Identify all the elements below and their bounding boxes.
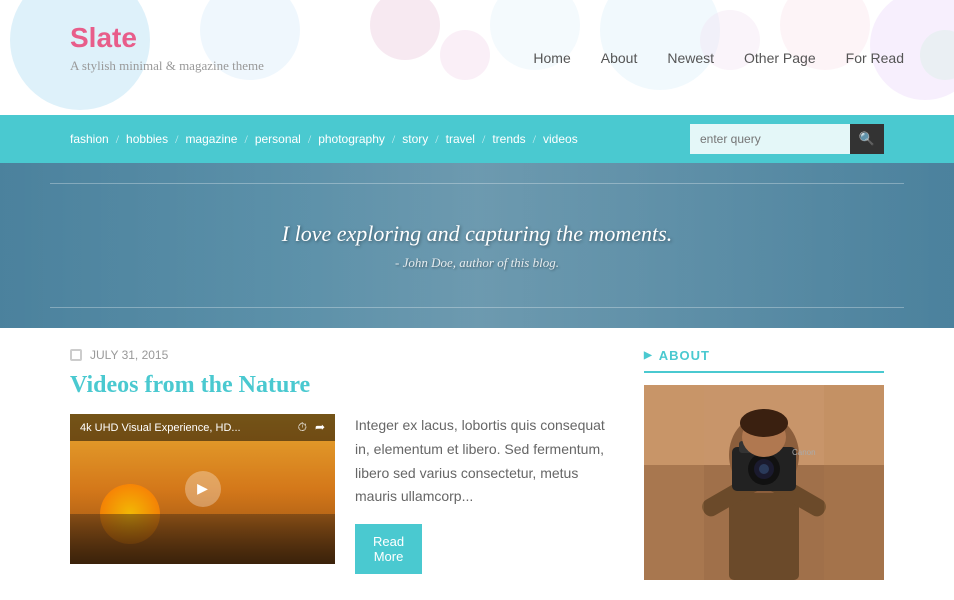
category-separator: / [482, 132, 485, 147]
read-more-button[interactable]: Read More [355, 524, 422, 574]
category-links: fashion / hobbies / magazine / personal / photog… [70, 132, 578, 147]
category-bar: fashion / hobbies / magazine / personal / photog… [0, 115, 954, 163]
nav-item-newest[interactable]: Newest [667, 50, 714, 66]
search-input[interactable] [690, 124, 850, 154]
main-nav: Home About Newest Other Page For Read [533, 0, 904, 115]
nav-item-other-page[interactable]: Other Page [744, 50, 816, 66]
content-left: JULY 31, 2015 Videos from the Nature 4k … [70, 348, 614, 580]
sidebar-arrow-icon: ▶ [644, 350, 653, 361]
sidebar-about-label: ABOUT [659, 348, 710, 363]
category-link-travel[interactable]: travel [446, 132, 475, 146]
category-link-magazine[interactable]: magazine [185, 132, 237, 146]
hero-author: - John Doe, author of this blog. [282, 255, 672, 271]
category-separator: / [175, 132, 178, 147]
header-bubble [370, 0, 440, 60]
article-excerpt: Integer ex lacus, lobortis quis consequa… [355, 414, 614, 509]
main-content: JULY 31, 2015 Videos from the Nature 4k … [0, 328, 954, 600]
share-icon: ➦ [315, 420, 325, 435]
category-link-videos[interactable]: videos [543, 132, 578, 146]
article-body: 4k UHD Visual Experience, HD... ⏱ ➦ ▶ In… [70, 414, 614, 574]
category-link-hobbies[interactable]: hobbies [126, 132, 168, 146]
about-photo: Canon [644, 385, 884, 580]
hero-banner: I love exploring and capturing the momen… [0, 163, 954, 328]
logo-area: Slate A stylish minimal & magazine theme [70, 22, 264, 74]
category-separator: / [116, 132, 119, 147]
hero-line-top [50, 183, 904, 184]
nav-item-home[interactable]: Home [533, 50, 570, 66]
svg-text:Canon: Canon [792, 448, 816, 457]
category-separator: / [308, 132, 311, 147]
video-overlay: 4k UHD Visual Experience, HD... ⏱ ➦ [70, 414, 335, 441]
category-separator: / [392, 132, 395, 147]
video-thumbnail[interactable]: 4k UHD Visual Experience, HD... ⏱ ➦ ▶ [70, 414, 335, 564]
nav-item-for-read[interactable]: For Read [846, 50, 904, 66]
logo-tagline: A stylish minimal & magazine theme [70, 58, 264, 74]
article-date: JULY 31, 2015 [70, 348, 614, 362]
video-icons: ⏱ ➦ [298, 420, 325, 435]
category-separator: / [435, 132, 438, 147]
nav-item-about[interactable]: About [601, 50, 638, 66]
category-separator: / [244, 132, 247, 147]
category-link-story[interactable]: story [402, 132, 428, 146]
category-link-fashion[interactable]: fashion [70, 132, 109, 146]
article-title: Videos from the Nature [70, 372, 614, 399]
hero-line-bottom [50, 307, 904, 308]
search-button[interactable]: 🔍 [850, 124, 884, 154]
article-text: Integer ex lacus, lobortis quis consequa… [355, 414, 614, 574]
sidebar-about-title: ▶ ABOUT [644, 348, 884, 373]
category-link-personal[interactable]: personal [255, 132, 301, 146]
search-area: 🔍 [690, 124, 884, 154]
calendar-icon [70, 349, 82, 361]
clock-icon: ⏱ [298, 420, 307, 435]
video-label: 4k UHD Visual Experience, HD... [80, 422, 241, 434]
horizon-decoration [70, 514, 335, 564]
hero-quote: I love exploring and capturing the momen… [282, 221, 672, 247]
category-link-trends[interactable]: trends [492, 132, 525, 146]
hero-content: I love exploring and capturing the momen… [282, 221, 672, 271]
article-date-text: JULY 31, 2015 [90, 348, 168, 362]
sidebar: ▶ ABOUT [644, 348, 884, 580]
header-bubble [920, 30, 954, 80]
header-bubble [440, 30, 490, 80]
category-separator: / [533, 132, 536, 147]
category-link-photography[interactable]: photography [318, 132, 385, 146]
header: Slate A stylish minimal & magazine theme… [0, 0, 954, 115]
play-button[interactable]: ▶ [185, 471, 221, 507]
logo-title[interactable]: Slate [70, 22, 264, 54]
about-photo-svg: Canon [644, 385, 884, 580]
